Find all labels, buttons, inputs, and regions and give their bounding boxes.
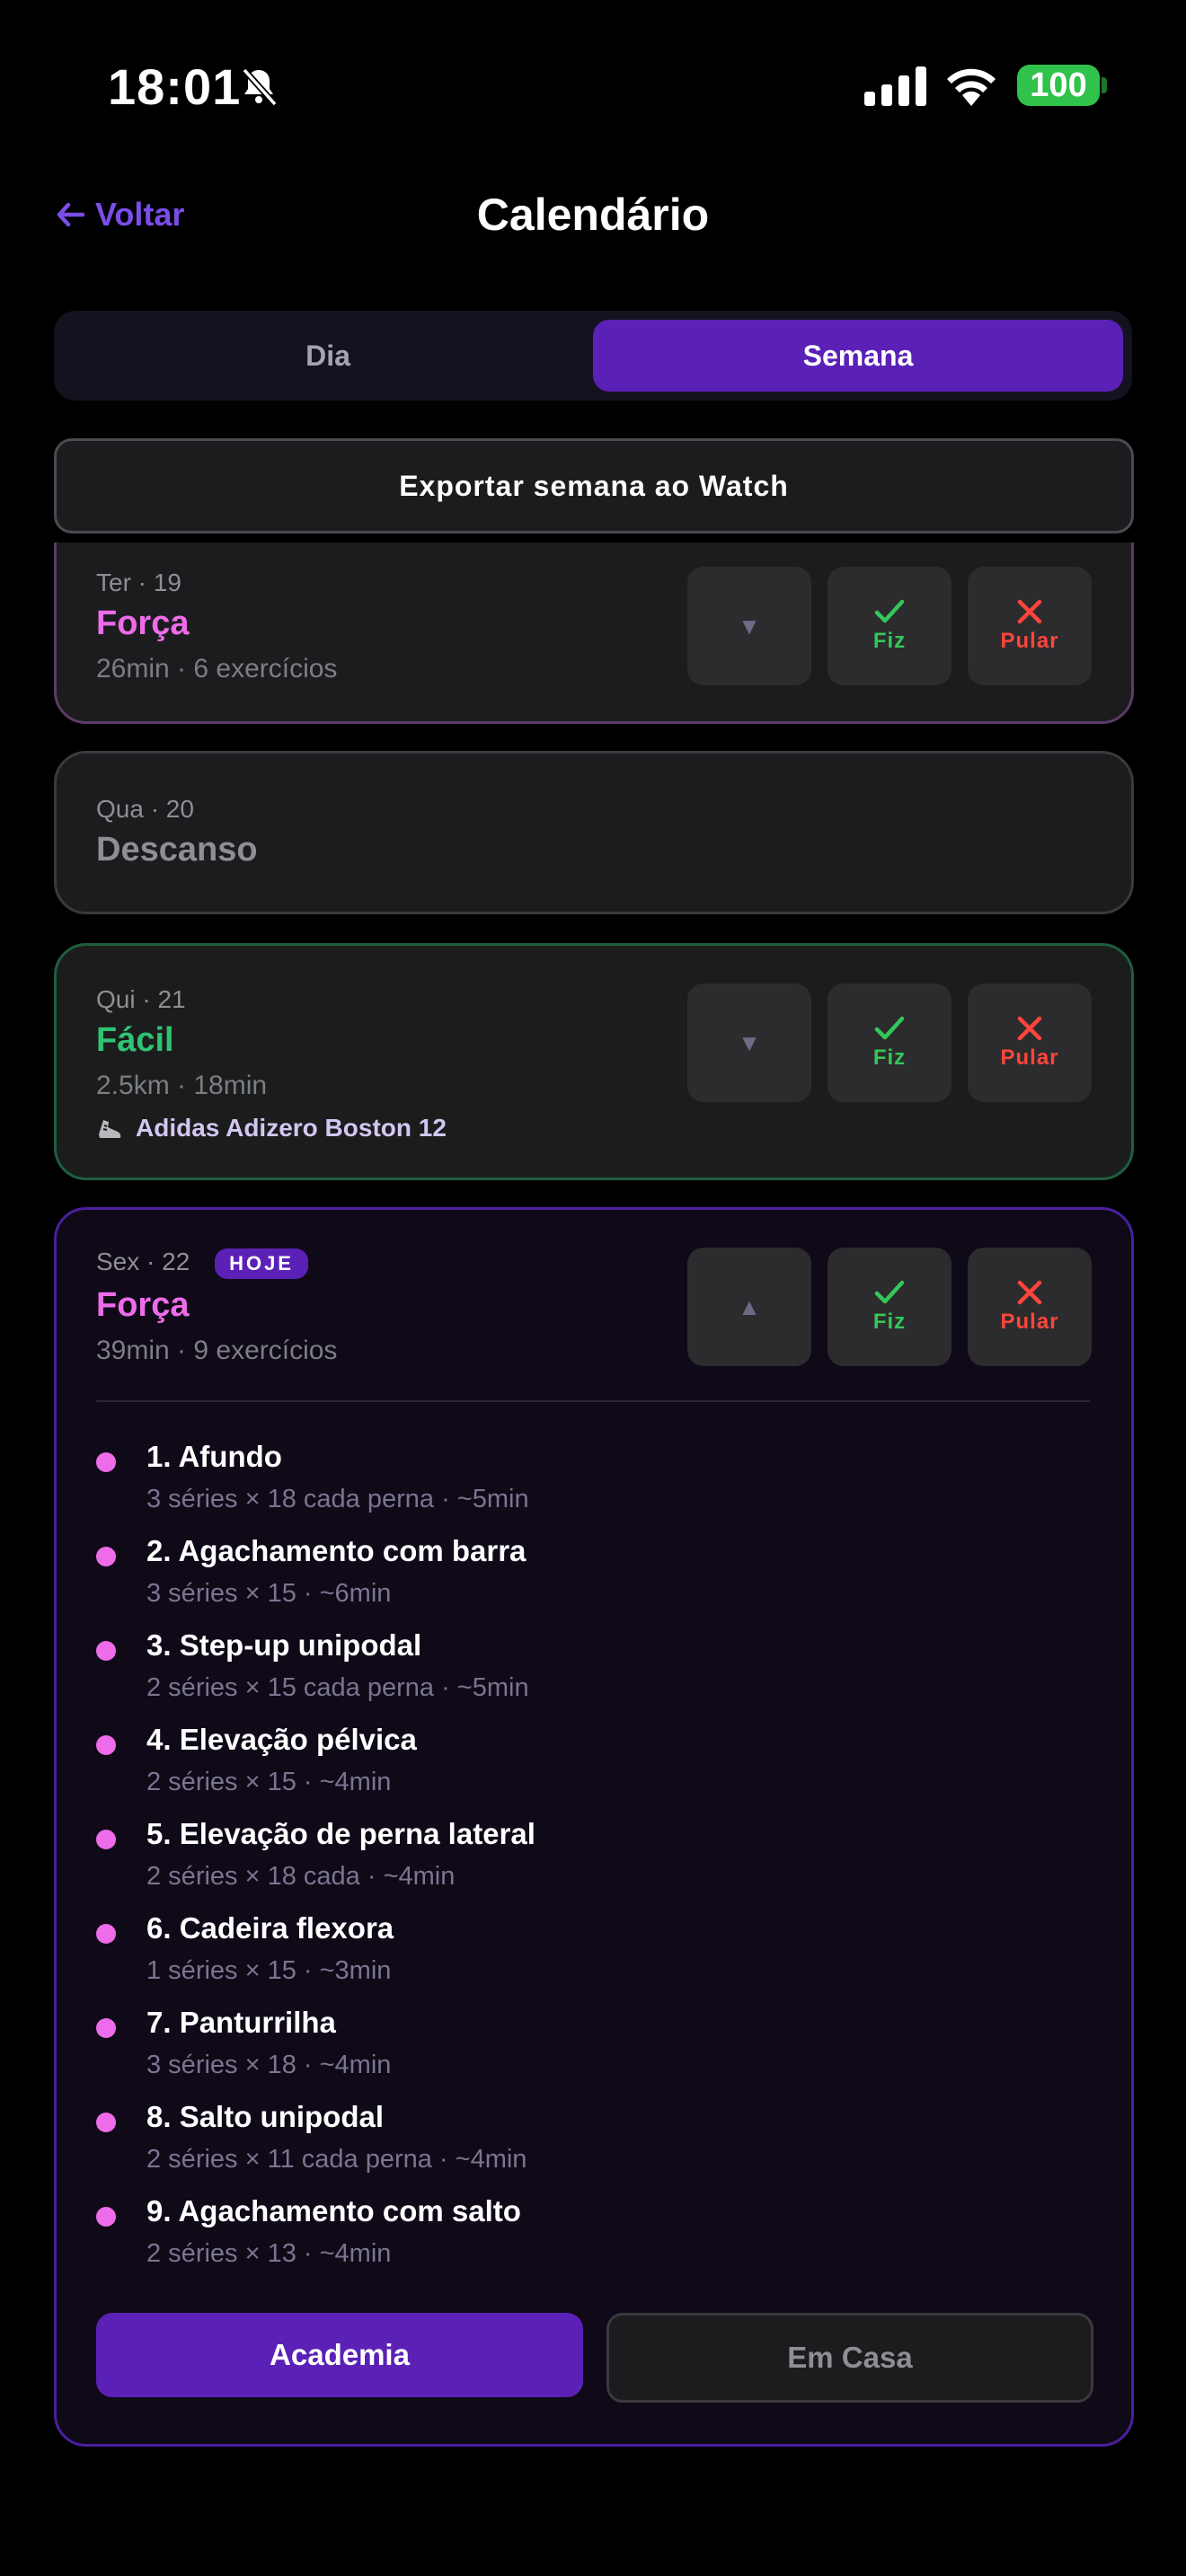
exercise-name: 8. Salto unipodal [146,2100,385,2133]
export-to-watch-button[interactable]: Exportar semana ao Watch [54,438,1134,534]
day-date: Qua · 20 [96,795,194,823]
exercise-bullet [96,2113,116,2132]
close-icon [1017,1280,1042,1305]
exercise-name: 6. Cadeira flexora [146,1911,394,1945]
exercise-bullet [96,1735,116,1755]
exercise-detail: 2 séries × 18 cada · ~4min [146,1862,456,1891]
exercise-detail: 3 séries × 15 · ~6min [146,1579,392,1608]
workout-summary: 39min · 9 exercícios [96,1335,338,1365]
exercise-bullet [96,1641,116,1661]
mode-academia-button[interactable]: Academia [96,2313,583,2397]
skip-label: Pular [1000,629,1059,653]
exercise-name: 2. Agachamento com barra [146,1534,527,1567]
exercise-bullet [96,2207,116,2227]
chevron-up-icon: ▲ [738,1292,761,1320]
day-card-ter[interactable]: Ter · 19 Força 26min · 6 exercícios ▼ Fi… [54,543,1134,724]
status-time: 18:01 [108,58,242,115]
exercise-name: 1. Afundo [146,1440,282,1473]
week-list[interactable]: Ter · 19 Força 26min · 6 exercícios ▼ Fi… [0,543,1186,2519]
day-card-qui[interactable]: Qui · 21 Fácil 2.5km · 18min Adidas Adiz… [54,943,1134,1180]
exercise-bullet [96,1924,116,1944]
battery-tip [1102,77,1107,93]
tab-dia[interactable]: Dia [63,320,593,392]
chevron-down-icon: ▼ [738,612,761,640]
skip-label: Pular [1000,1045,1059,1070]
exercise-detail: 3 séries × 18 · ~4min [146,2051,392,2079]
skip-button[interactable]: Pular [968,984,1092,1102]
view-segmented-control: Dia Semana [54,311,1132,401]
exercise-name: 9. Agachamento com salto [146,2194,521,2228]
done-label: Fiz [872,629,907,653]
skip-label: Pular [1000,1310,1059,1334]
exercise-detail: 3 séries × 18 cada perna · ~5min [146,1485,529,1513]
day-card-sex-today[interactable]: Sex · 22 HOJE Força 39min · 9 exercícios… [54,1207,1134,2447]
exercise-detail: 2 séries × 15 cada perna · ~5min [146,1673,529,1702]
day-date: Ter · 19 [96,569,181,596]
day-date: Sex · 22 [96,1248,190,1275]
divider [96,1400,1090,1402]
exercise-detail: 2 séries × 13 · ~4min [146,2239,392,2268]
exercise-bullet [96,1452,116,1472]
exercise-name: 4. Elevação pélvica [146,1723,417,1756]
checkmark-icon [874,1280,905,1304]
done-label: Fiz [872,1045,907,1070]
exercise-name: 7. Panturrilha [146,2006,336,2039]
workout-type: Fácil [96,1021,174,1059]
day-card-qua[interactable]: Qua · 20 Descanso [54,751,1134,914]
workout-summary: 26min · 6 exercícios [96,654,338,684]
workout-type: Força [96,604,190,642]
page-title: Calendário [476,190,710,240]
done-button[interactable]: Fiz [828,1248,951,1366]
expand-button[interactable]: ▼ [687,567,811,685]
expand-button[interactable]: ▼ [687,984,811,1102]
done-button[interactable]: Fiz [828,567,951,685]
exercise-name: 3. Step-up unipodal [146,1628,422,1662]
day-date: Qui · 21 [96,985,186,1013]
exercise-detail: 2 séries × 15 · ~4min [146,1768,392,1796]
shoe-name: Adidas Adizero Boston 12 [136,1114,447,1142]
shoe-row: Adidas Adizero Boston 12 [96,1114,447,1142]
done-label: Fiz [872,1310,907,1334]
chevron-down-icon: ▼ [738,1028,761,1056]
wifi-icon [947,68,996,106]
close-icon [1017,1016,1042,1041]
shoe-icon [99,1120,121,1138]
exercise-detail: 1 séries × 15 · ~3min [146,1956,392,1985]
skip-button[interactable]: Pular [968,567,1092,685]
workout-summary: 2.5km · 18min [96,1071,268,1100]
battery-indicator: 100 [1017,65,1100,106]
done-button[interactable]: Fiz [828,984,951,1102]
today-badge: HOJE [215,1248,308,1279]
close-icon [1017,599,1042,624]
exercise-bullet [96,2018,116,2038]
checkmark-icon [874,1016,905,1040]
collapse-button[interactable]: ▲ [687,1248,811,1366]
checkmark-icon [874,599,905,623]
cellular-signal-icon [864,66,926,106]
bell-muted-icon [242,67,278,107]
exercise-bullet [96,1547,116,1566]
tab-semana[interactable]: Semana [593,320,1123,392]
exercise-detail: 2 séries × 11 cada perna · ~4min [146,2145,527,2174]
workout-type: Descanso [96,831,258,869]
exercise-bullet [96,1830,116,1849]
skip-button[interactable]: Pular [968,1248,1092,1366]
exercise-name: 5. Elevação de perna lateral [146,1817,535,1850]
workout-type: Força [96,1285,190,1324]
mode-em-casa-button[interactable]: Em Casa [606,2313,1093,2403]
